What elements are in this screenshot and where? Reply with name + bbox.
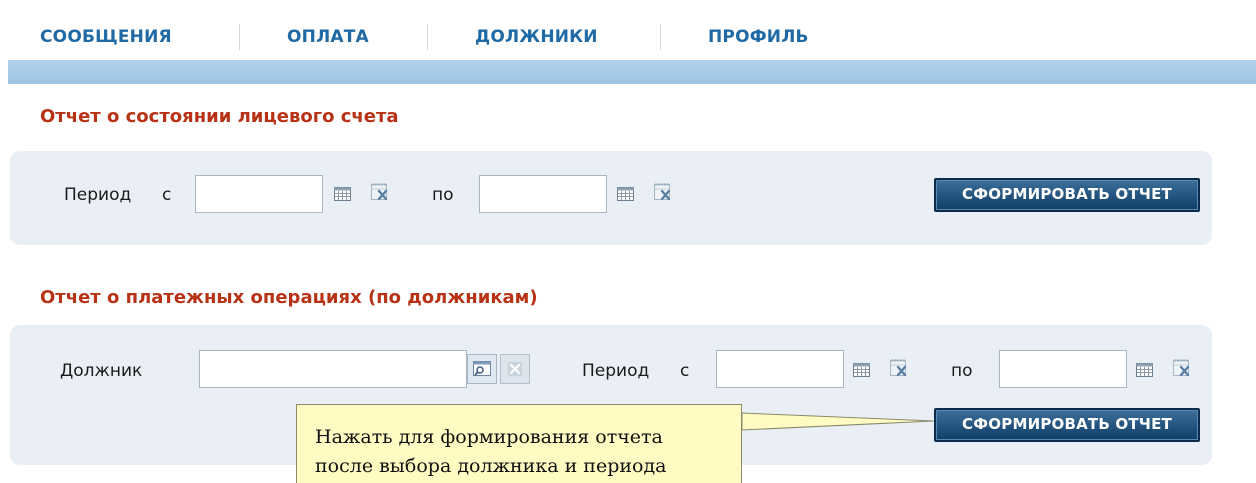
date-from-input[interactable]: [195, 175, 323, 213]
generate-account-report-button[interactable]: СФОРМИРОВАТЬ ОТЧЕТ: [934, 178, 1200, 212]
callout-text: Нажать для формирования отчета после выб…: [315, 423, 735, 481]
debtor-label: Должник: [60, 361, 143, 381]
calendar-icon[interactable]: [334, 187, 351, 201]
calendar-icon[interactable]: [853, 363, 870, 377]
callout-line-2: после выбора должника и периода: [315, 455, 667, 477]
date-to-input[interactable]: [999, 350, 1127, 388]
nav-underline-bar: [8, 60, 1256, 84]
account-report-title: Отчет о состоянии лицевого счета: [40, 106, 399, 127]
to-label: по: [951, 361, 973, 381]
period-label: Период: [582, 361, 650, 381]
calendar-icon[interactable]: [1136, 363, 1153, 377]
debtor-input[interactable]: [199, 350, 467, 388]
from-label: с: [162, 185, 172, 205]
nav-item-messages[interactable]: СООБЩЕНИЯ: [40, 27, 172, 47]
nav-separator: [427, 24, 428, 50]
payments-report-title: Отчет о платежных операциях (по должника…: [40, 287, 538, 308]
to-label: по: [432, 185, 454, 205]
clear-date-icon[interactable]: [371, 182, 390, 202]
date-from-input[interactable]: [716, 350, 844, 388]
date-to-input[interactable]: [479, 175, 607, 213]
top-navigation: СООБЩЕНИЯ ОПЛАТА ДОЛЖНИКИ ПРОФИЛЬ: [0, 0, 1256, 60]
clear-date-icon[interactable]: [1173, 358, 1192, 378]
clear-date-icon[interactable]: [890, 358, 909, 378]
nav-separator: [660, 24, 661, 50]
callout-box: Нажать для формирования отчета после выб…: [296, 404, 742, 483]
callout-tooltip: Нажать для формирования отчета после выб…: [296, 404, 936, 483]
lookup-icon[interactable]: [467, 354, 497, 384]
clear-date-icon[interactable]: [654, 182, 673, 202]
calendar-icon[interactable]: [617, 187, 634, 201]
nav-item-payment[interactable]: ОПЛАТА: [287, 27, 369, 47]
nav-separator: [239, 24, 240, 50]
clear-lookup-icon[interactable]: [500, 354, 530, 384]
callout-line-1: Нажать для формирования отчета: [315, 426, 663, 448]
nav-item-debtors[interactable]: ДОЛЖНИКИ: [475, 27, 598, 47]
generate-payments-report-button[interactable]: СФОРМИРОВАТЬ ОТЧЕТ: [934, 408, 1200, 442]
account-report-panel: Период с по СФОРМИРОВАТЬ ОТЧЕТ: [10, 151, 1212, 245]
nav-item-profile[interactable]: ПРОФИЛЬ: [708, 27, 809, 47]
period-label: Период: [64, 185, 132, 205]
from-label: с: [680, 361, 690, 381]
